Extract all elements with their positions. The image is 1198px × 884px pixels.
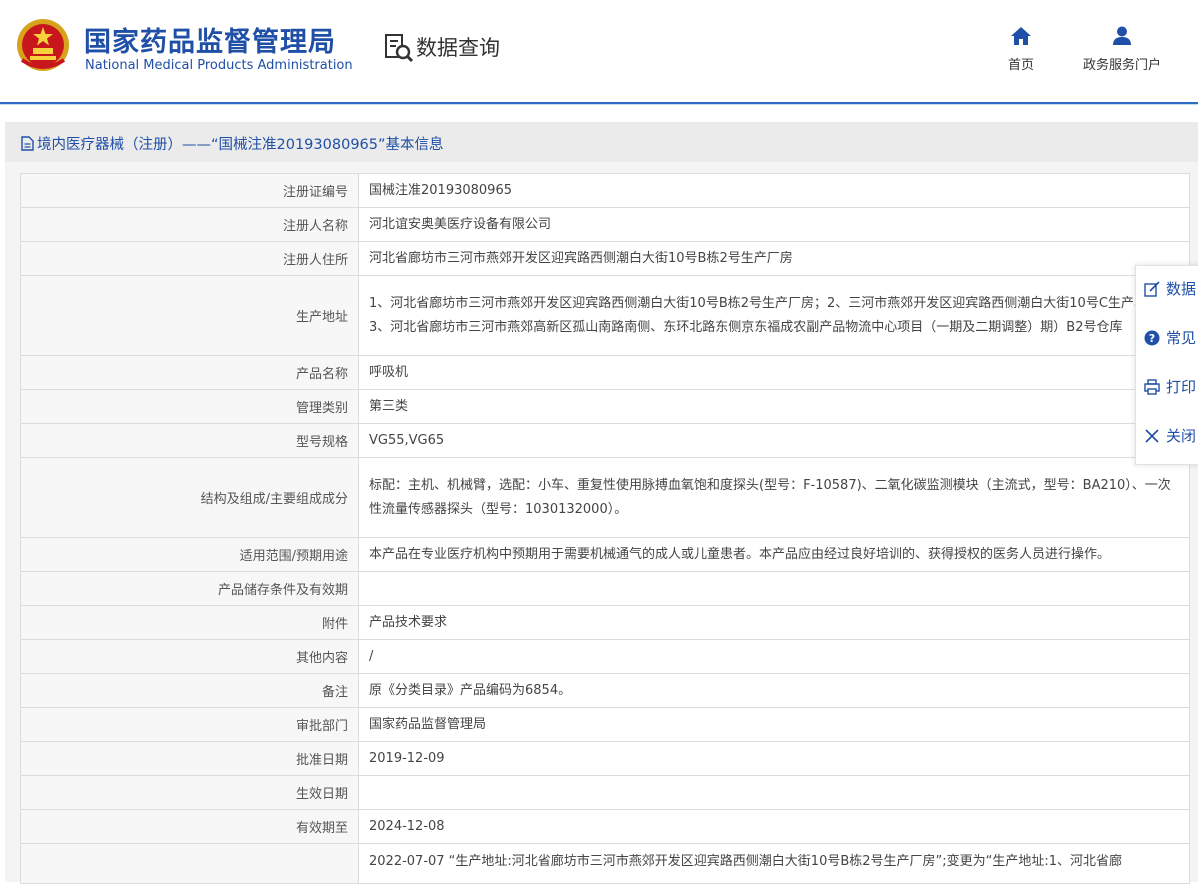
home-icon	[1011, 27, 1031, 45]
row-label: 生产地址	[20, 275, 359, 356]
row-label: 注册证编号	[20, 173, 359, 208]
data-tool-label: 数据	[1166, 280, 1197, 298]
row-label: 结构及组成/主要组成成分	[20, 457, 359, 538]
row-label: 注册人名称	[20, 207, 359, 242]
table-row: 产品名称 呼吸机	[20, 355, 1190, 390]
national-emblem-logo	[17, 19, 69, 71]
table-row: 审批部门 国家药品监督管理局	[20, 707, 1190, 742]
nav-home-link[interactable]: 首页	[996, 26, 1046, 73]
detail-table: 注册证编号 国械注准20193080965 注册人名称 河北谊安奥美医疗设备有限…	[20, 173, 1190, 884]
row-label: 附件	[20, 605, 359, 640]
floating-toolbar: 数据 ? 常见 打印 关闭	[1135, 265, 1198, 465]
row-value: 产品技术要求	[358, 605, 1190, 640]
row-label: 其他内容	[20, 639, 359, 674]
edit-icon	[1144, 281, 1160, 297]
print-icon	[1144, 379, 1160, 395]
help-icon: ?	[1144, 330, 1160, 346]
table-row: 产品储存条件及有效期	[20, 571, 1190, 606]
row-value: 2024-12-08	[358, 809, 1190, 844]
row-value: 河北省廊坊市三河市燕郊开发区迎宾路西侧潮白大街10号B栋2号生产厂房	[358, 241, 1190, 276]
agency-name-cn: 国家药品监督管理局	[84, 27, 336, 58]
row-label: 批准日期	[20, 741, 359, 776]
row-value	[358, 775, 1190, 810]
row-value: 呼吸机	[358, 355, 1190, 390]
row-label: 管理类别	[20, 389, 359, 424]
page-title: 数据查询	[416, 36, 500, 60]
faq-tool-label: 常见	[1166, 329, 1197, 347]
table-row: 附件 产品技术要求	[20, 605, 1190, 640]
header-divider-light	[0, 104, 1198, 105]
close-tool-label: 关闭	[1166, 427, 1197, 445]
row-label: 审批部门	[20, 707, 359, 742]
row-value: 国械注准20193080965	[358, 173, 1190, 208]
nav-home-label: 首页	[1007, 58, 1034, 73]
section-title: 境内医疗器械（注册）——“国械注准20193080965”基本信息	[21, 133, 444, 154]
row-value: 标配：主机、机械臂，选配：小车、重复性使用脉搏血氧饱和度探头(型号：F-1058…	[358, 457, 1190, 538]
table-row: 注册人名称 河北谊安奥美医疗设备有限公司	[20, 207, 1190, 242]
row-label: 注册人住所	[20, 241, 359, 276]
svg-text:?: ?	[1149, 332, 1155, 345]
user-icon	[1113, 26, 1131, 45]
table-row: 注册人住所 河北省廊坊市三河市燕郊开发区迎宾路西侧潮白大街10号B栋2号生产厂房	[20, 241, 1190, 276]
close-tool-button[interactable]: 关闭	[1144, 425, 1196, 449]
table-row: 备注 原《分类目录》产品编码为6854。	[20, 673, 1190, 708]
print-tool-button[interactable]: 打印	[1144, 376, 1196, 400]
table-row: 生产地址 1、河北省廊坊市三河市燕郊开发区迎宾路西侧潮白大街10号B栋2号生产厂…	[20, 275, 1190, 356]
row-value: VG55,VG65	[358, 423, 1190, 458]
row-label: 有效期至	[20, 809, 359, 844]
close-icon	[1145, 429, 1159, 443]
agency-name-en: National Medical Products Administration	[85, 58, 353, 73]
nav-portal-link[interactable]: 政务服务门户	[1074, 26, 1170, 73]
print-tool-label: 打印	[1166, 378, 1197, 396]
data-query-icon	[385, 34, 414, 63]
table-row: 适用范围/预期用途 本产品在专业医疗机构中预期用于需要机械通气的成人或儿童患者。…	[20, 537, 1190, 572]
detail-section: 境内医疗器械（注册）——“国械注准20193080965”基本信息 注册证编号 …	[5, 122, 1198, 884]
row-value: 河北谊安奥美医疗设备有限公司	[358, 207, 1190, 242]
section-title-text: 境内医疗器械（注册）——“国械注准20193080965”基本信息	[37, 137, 444, 153]
table-row: 管理类别 第三类	[20, 389, 1190, 424]
row-label: 产品名称	[20, 355, 359, 390]
site-header: 国家药品监督管理局 National Medical Products Admi…	[0, 0, 1198, 105]
row-value	[358, 571, 1190, 606]
row-label: 产品储存条件及有效期	[20, 571, 359, 606]
row-value: /	[358, 639, 1190, 674]
table-row: 批准日期 2019-12-09	[20, 741, 1190, 776]
row-label: 生效日期	[20, 775, 359, 810]
row-value: 本产品在专业医疗机构中预期用于需要机械通气的成人或儿童患者。本产品应由经过良好培…	[358, 537, 1190, 572]
table-row: 结构及组成/主要组成成分 标配：主机、机械臂，选配：小车、重复性使用脉搏血氧饱和…	[20, 457, 1190, 538]
nav-portal-label: 政务服务门户	[1082, 58, 1161, 73]
table-row: 生效日期	[20, 775, 1190, 810]
table-row: 其他内容 /	[20, 639, 1190, 674]
row-value: 原《分类目录》产品编码为6854。	[358, 673, 1190, 708]
data-tool-button[interactable]: 数据	[1144, 278, 1196, 302]
document-icon	[21, 136, 34, 151]
row-value: 国家药品监督管理局	[358, 707, 1190, 742]
row-label: 适用范围/预期用途	[20, 537, 359, 572]
table-row: 型号规格 VG55,VG65	[20, 423, 1190, 458]
faq-tool-button[interactable]: ? 常见	[1144, 327, 1196, 351]
row-label: 型号规格	[20, 423, 359, 458]
row-value: 1、河北省廊坊市三河市燕郊开发区迎宾路西侧潮白大街10号B栋2号生产厂房；2、三…	[358, 275, 1190, 356]
table-row: 有效期至 2024-12-08	[20, 809, 1190, 844]
table-row: 注册证编号 国械注准20193080965	[20, 173, 1190, 208]
section-title-bar: 境内医疗器械（注册）——“国械注准20193080965”基本信息	[5, 122, 1198, 162]
row-label: 备注	[20, 673, 359, 708]
row-value: 2019-12-09	[358, 741, 1190, 776]
row-value: 第三类	[358, 389, 1190, 424]
